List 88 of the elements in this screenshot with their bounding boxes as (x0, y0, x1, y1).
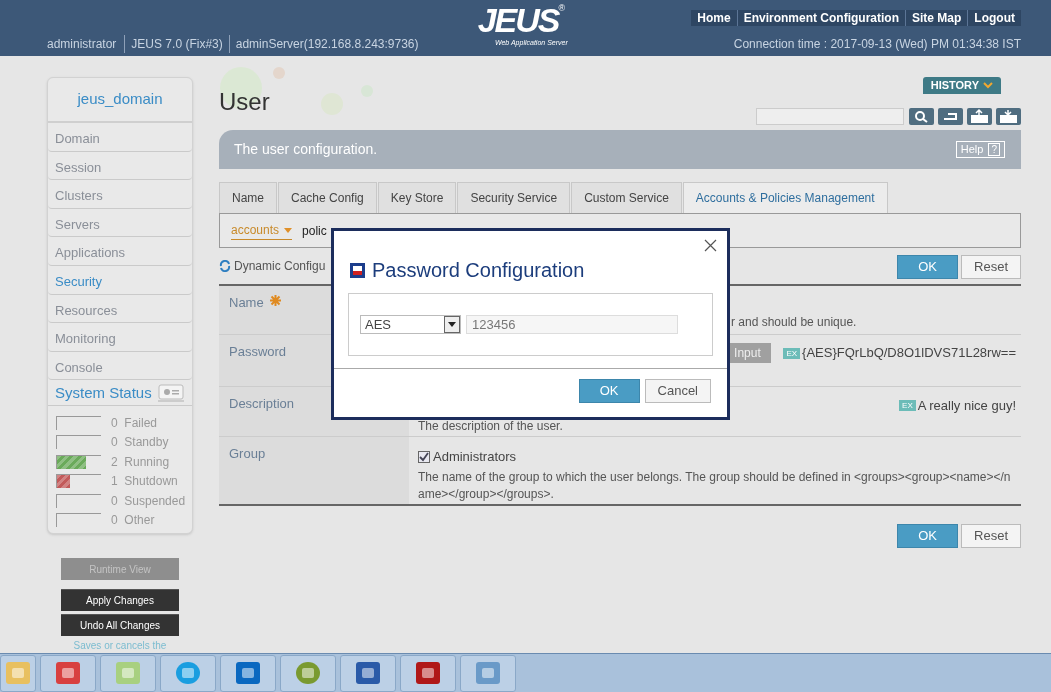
sidebar-item[interactable]: Domain (48, 123, 192, 152)
taskbar-app-icon[interactable] (40, 654, 96, 692)
download-icon[interactable] (996, 108, 1021, 125)
taskbar-app-icon[interactable] (0, 654, 36, 692)
registered-mark: ® (558, 2, 566, 13)
field-label: Password (229, 343, 287, 361)
caret-icon (983, 82, 993, 89)
status-meter (56, 513, 101, 528)
sidebar-item[interactable]: Resources (48, 294, 192, 324)
tab[interactable]: Key Store (377, 182, 457, 213)
banner-text: The user configuration. (234, 140, 378, 159)
status-meter (56, 415, 101, 430)
reset-button[interactable]: Reset (961, 524, 1021, 548)
nav-link[interactable]: Environment Configuration (736, 10, 905, 26)
page-title: User (219, 88, 270, 116)
status-label: 1 Shutdown (111, 473, 178, 491)
tab[interactable]: Security Service (457, 182, 571, 213)
taskbar-app-icon[interactable] (160, 654, 216, 692)
example-value: A really nice guy! (917, 397, 1016, 415)
field-description: The description of the user. (418, 417, 564, 435)
close-icon[interactable] (704, 239, 717, 252)
status-label: 2 Running (111, 453, 170, 471)
search-field[interactable] (756, 108, 904, 125)
monitor-icon[interactable] (157, 383, 184, 402)
session-info: adminServer(192.168.8.243:9736) (228, 35, 419, 53)
nav-link[interactable]: Logout (967, 10, 1021, 26)
field-description: The name of the group to which the user belongs. The group should be defined in <groups><group><name></name></group></groups>. (418, 468, 1012, 503)
taskbar-app-icon[interactable] (400, 654, 456, 692)
ok-button[interactable]: OK (578, 379, 640, 403)
ok-button[interactable]: OK (897, 255, 959, 279)
example-value: {AES}FQrLbQ/D8O1lDVS71L28rw== (802, 344, 1016, 363)
dynamic-config-label: Dynamic Configu (234, 258, 326, 275)
nav-link[interactable]: Home (691, 10, 737, 26)
reset-button[interactable]: Reset (961, 255, 1021, 279)
session-info: administrator (47, 36, 118, 53)
sidebar-item[interactable]: Clusters (48, 180, 192, 209)
upload-icon[interactable] (967, 108, 992, 125)
tab[interactable]: Name (219, 182, 277, 213)
field-label: Group (229, 445, 266, 463)
algorithm-select[interactable]: AES (360, 315, 461, 334)
session-info: JEUS 7.0 (Fix#3) (124, 35, 223, 53)
help-note: Saves or cancels the (73, 640, 167, 652)
sub-tab[interactable]: accounts (231, 221, 293, 240)
search-icon[interactable] (909, 108, 934, 125)
dropdown-icon (284, 227, 293, 233)
taskbar-app-icon[interactable] (460, 654, 516, 692)
status-meter (56, 435, 101, 450)
sidebar-item[interactable]: Servers (48, 208, 192, 238)
connection-time: Connection time : 2017-09-13 (Wed) PM 01:34:38 IST (733, 36, 1021, 53)
sidebar-item[interactable]: Console (48, 351, 192, 381)
password-field[interactable]: 123456 (466, 315, 678, 334)
tab[interactable]: Cache Config (278, 182, 377, 213)
sidebar-item[interactable]: Session (48, 151, 192, 181)
sidebar-item[interactable]: Security (48, 265, 192, 295)
sidebar-item[interactable]: Applications (48, 237, 192, 266)
checkbox[interactable] (418, 450, 430, 463)
sidebar-item[interactable]: Monitoring (48, 323, 192, 352)
dropdown-icon (444, 316, 460, 333)
example-badge: EX (899, 400, 916, 412)
tab[interactable]: Accounts & Policies Management (682, 182, 888, 213)
bubbles-drawing (219, 66, 286, 110)
nav-link[interactable]: Site Map (905, 10, 968, 26)
status-label: 0 Other (111, 512, 155, 530)
taskbar-app-icon[interactable] (340, 654, 396, 692)
field-description: r and should be unique. (731, 314, 857, 331)
domain-name: jeus_domain (77, 89, 163, 110)
dialog-logo-icon (350, 262, 365, 278)
taskbar-app-icon[interactable] (280, 654, 336, 692)
field-label: Name (229, 294, 264, 312)
taskbar-app-icon[interactable] (100, 654, 156, 692)
sub-tab[interactable]: polic (302, 221, 327, 240)
history-button[interactable]: HISTORY (922, 77, 1001, 94)
checkbox-label: Administrators (433, 448, 517, 466)
status-label: 0 Suspended (111, 492, 186, 510)
status-meter (56, 493, 101, 508)
system-status-title: System Status (55, 382, 152, 403)
taskbar-app-icon[interactable] (220, 654, 276, 692)
example-badge: EX (783, 347, 801, 359)
sidebar-button[interactable]: Undo All Changes (61, 614, 179, 637)
dialog-title: Password Configuration (372, 258, 585, 283)
ok-button[interactable]: OK (897, 524, 959, 548)
logo: JEUS (477, 2, 559, 38)
tab[interactable]: Custom Service (571, 182, 682, 213)
status-label: 0 Standby (111, 434, 169, 452)
sidebar-button[interactable]: Apply Changes (61, 589, 179, 612)
status-label: 0 Failed (111, 414, 158, 432)
cancel-button[interactable]: Cancel (644, 379, 711, 403)
field-label: Description (229, 395, 295, 413)
